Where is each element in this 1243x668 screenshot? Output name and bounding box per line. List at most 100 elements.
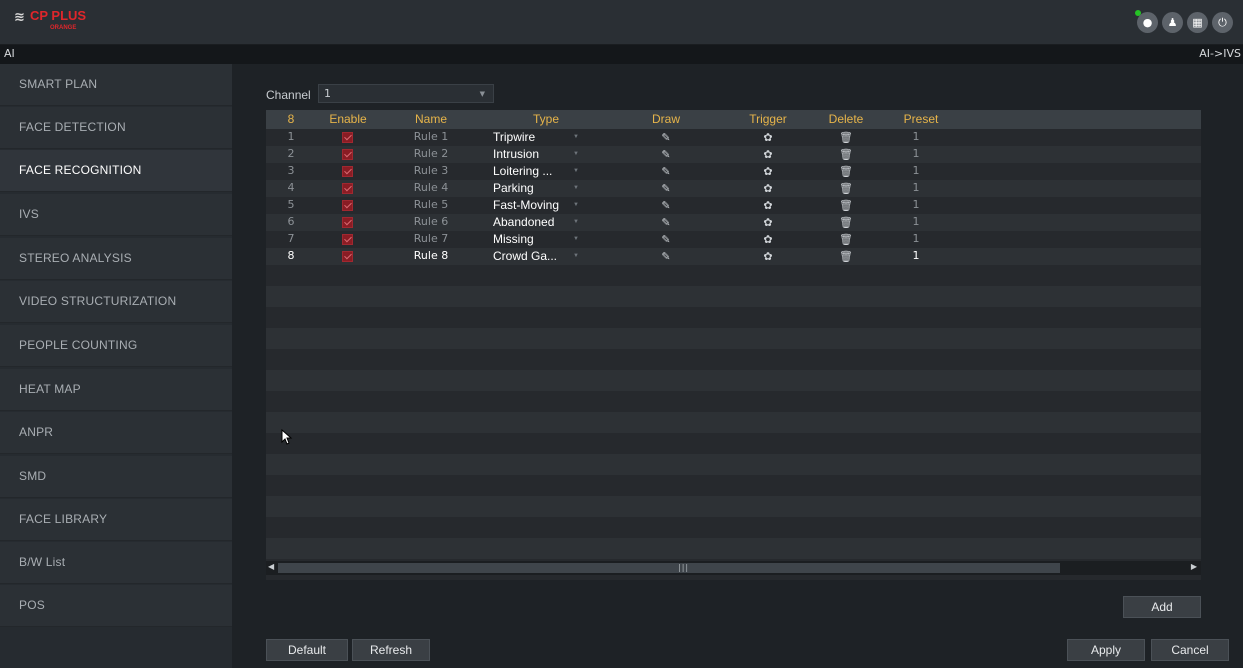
enable-checkbox[interactable] — [342, 234, 353, 245]
gear-icon[interactable]: ✿ — [758, 199, 778, 212]
pencil-icon[interactable]: ✎ — [656, 165, 676, 178]
enable-checkbox[interactable] — [342, 166, 353, 177]
pencil-icon[interactable]: ✎ — [656, 148, 676, 161]
empty-row — [266, 391, 1201, 412]
type-select[interactable]: Crowd Ga... ▼ — [489, 248, 585, 265]
enable-checkbox[interactable] — [342, 217, 353, 228]
trash-icon[interactable]: 🗑 — [836, 216, 856, 229]
table-row-selected[interactable]: 8 Rule 8 Crowd Ga... ▼ ✎ ✿ 🗑 1 — [266, 248, 1201, 265]
trash-icon[interactable]: 🗑 — [836, 131, 856, 144]
enable-checkbox[interactable] — [342, 183, 353, 194]
scroll-left-icon[interactable]: ◀ — [268, 562, 274, 571]
sidebar-item-face-detection[interactable]: FACE DETECTION — [0, 107, 232, 149]
pencil-icon[interactable]: ✎ — [656, 131, 676, 144]
sidebar-item-label: SMART PLAN — [19, 77, 98, 91]
gear-icon[interactable]: ✿ — [758, 182, 778, 195]
row-preset: 1 — [912, 232, 920, 245]
add-button[interactable]: Add — [1123, 596, 1201, 618]
trash-icon[interactable]: 🗑 — [836, 148, 856, 161]
sidebar-item-people-counting[interactable]: PEOPLE COUNTING — [0, 325, 232, 367]
gear-icon[interactable]: ✿ — [758, 131, 778, 144]
gear-icon[interactable]: ✿ — [758, 250, 778, 263]
sidebar-item-label: SMD — [19, 469, 47, 483]
table-row[interactable]: 5 Rule 5 Fast-Moving ▼ ✎ ✿ 🗑 1 — [266, 197, 1201, 214]
row-preset: 1 — [912, 249, 920, 262]
grip-icon: ||| — [678, 563, 690, 572]
scrollbar-thumb[interactable]: ||| — [278, 563, 1060, 573]
row-preset: 1 — [912, 147, 920, 160]
rule-name: Rule 4 — [413, 181, 449, 194]
apply-button[interactable]: Apply — [1067, 639, 1145, 661]
sidebar-item-ivs[interactable]: IVS — [0, 194, 232, 236]
sidebar-item-stereo-analysis[interactable]: STEREO ANALYSIS — [0, 238, 232, 280]
enable-checkbox[interactable] — [342, 149, 353, 160]
sidebar-item-anpr[interactable]: ANPR — [0, 412, 232, 454]
menu-grid-icon[interactable]: ▦ — [1187, 12, 1208, 33]
table-row[interactable]: 4 Rule 4 Parking ▼ ✎ ✿ 🗑 1 — [266, 180, 1201, 197]
gear-icon[interactable]: ✿ — [758, 148, 778, 161]
enable-checkbox[interactable] — [342, 200, 353, 211]
type-select[interactable]: Tripwire ▼ — [489, 129, 585, 146]
pencil-icon[interactable]: ✎ — [656, 250, 676, 263]
gear-icon[interactable]: ✿ — [758, 233, 778, 246]
power-icon[interactable]: ⏻ — [1212, 12, 1233, 33]
enable-checkbox[interactable] — [342, 132, 353, 143]
empty-row — [266, 328, 1201, 349]
trash-icon[interactable]: 🗑 — [836, 199, 856, 212]
type-select[interactable]: Intrusion ▼ — [489, 146, 585, 163]
scroll-right-icon[interactable]: ▶ — [1191, 562, 1197, 571]
channel-select[interactable]: 1 ▼ — [318, 84, 494, 103]
sidebar-item-bw-list[interactable]: B/W List — [0, 542, 232, 584]
table-row[interactable]: 1 Rule 1 Tripwire ▼ ✎ ✿ 🗑 1 — [266, 129, 1201, 146]
type-select[interactable]: Parking ▼ — [489, 180, 585, 197]
sidebar-item-video-structurization[interactable]: VIDEO STRUCTURIZATION — [0, 281, 232, 323]
refresh-button[interactable]: Refresh — [352, 639, 430, 661]
sidebar-item-label: FACE DETECTION — [19, 120, 126, 134]
trash-icon[interactable]: 🗑 — [836, 165, 856, 178]
cancel-button[interactable]: Cancel — [1151, 639, 1229, 661]
default-button[interactable]: Default — [266, 639, 348, 661]
trash-icon[interactable]: 🗑 — [836, 182, 856, 195]
type-select[interactable]: Loitering ... ▼ — [489, 163, 585, 180]
pencil-icon[interactable]: ✎ — [656, 233, 676, 246]
trash-icon[interactable]: 🗑 — [836, 250, 856, 263]
table-row[interactable]: 7 Rule 7 Missing ▼ ✎ ✿ 🗑 1 — [266, 231, 1201, 248]
table-row[interactable]: 3 Rule 3 Loitering ... ▼ ✎ ✿ 🗑 1 — [266, 163, 1201, 180]
cp-plus-logo: ≋ CP PLUS ORANGE — [14, 8, 114, 38]
gear-icon[interactable]: ✿ — [758, 216, 778, 229]
type-select[interactable]: Fast-Moving ▼ — [489, 197, 585, 214]
row-preset: 1 — [912, 164, 920, 177]
chevron-down-icon: ▼ — [573, 185, 579, 191]
user-icon[interactable]: ♟ — [1162, 12, 1183, 33]
logo-text: CP PLUS — [30, 8, 87, 23]
col-delete: Delete — [828, 112, 864, 126]
sidebar-item-smd[interactable]: SMD — [0, 456, 232, 498]
empty-row — [266, 265, 1201, 286]
channel-value: 1 — [324, 87, 331, 100]
sidebar-item-label: FACE RECOGNITION — [19, 163, 142, 177]
pencil-icon[interactable]: ✎ — [656, 216, 676, 229]
type-select[interactable]: Missing ▼ — [489, 231, 585, 248]
table-row[interactable]: 6 Rule 6 Abandoned ▼ ✎ ✿ 🗑 1 — [266, 214, 1201, 231]
sidebar-item-face-recognition[interactable]: FACE RECOGNITION — [0, 150, 232, 192]
gear-icon[interactable]: ✿ — [758, 165, 778, 178]
type-select[interactable]: Abandoned ▼ — [489, 214, 585, 231]
row-index: 4 — [287, 181, 295, 194]
pencil-icon[interactable]: ✎ — [656, 182, 676, 195]
sidebar-item-label: POS — [19, 598, 45, 612]
row-index: 3 — [287, 164, 295, 177]
camera-eye-icon[interactable]: ● — [1135, 10, 1158, 33]
sidebar-item-pos[interactable]: POS — [0, 585, 232, 627]
trash-icon[interactable]: 🗑 — [836, 233, 856, 246]
row-index: 6 — [287, 215, 295, 228]
sidebar-item-face-library[interactable]: FACE LIBRARY — [0, 499, 232, 541]
pencil-icon[interactable]: ✎ — [656, 199, 676, 212]
table-row[interactable]: 2 Rule 2 Intrusion ▼ ✎ ✿ 🗑 1 — [266, 146, 1201, 163]
enable-checkbox[interactable] — [342, 251, 353, 262]
sidebar-item-heat-map[interactable]: HEAT MAP — [0, 369, 232, 411]
horizontal-scrollbar[interactable]: ◀ ||| ▶ — [266, 561, 1201, 575]
status-dot — [1135, 10, 1141, 16]
col-index: 8 — [287, 112, 295, 126]
section-title: AI — [4, 47, 15, 60]
sidebar-item-smart-plan[interactable]: SMART PLAN — [0, 64, 232, 106]
